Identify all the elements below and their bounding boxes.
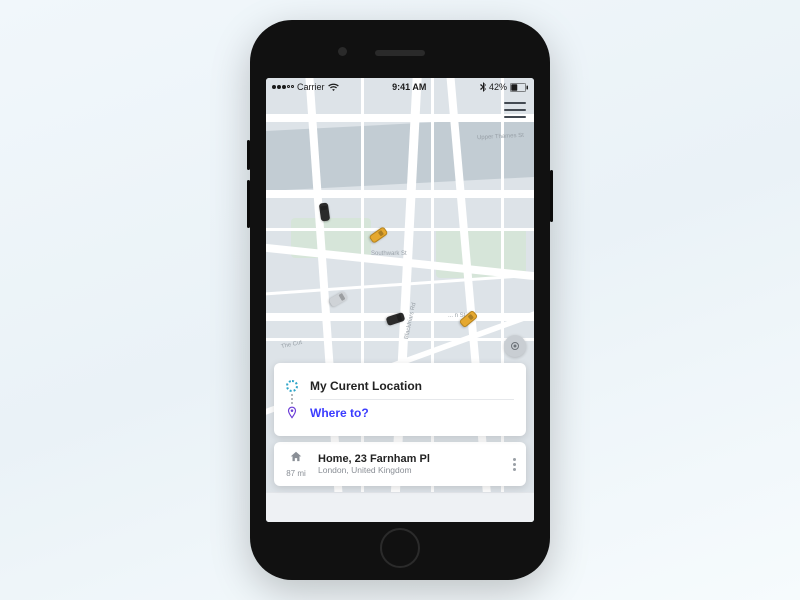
- origin-icon: [286, 380, 298, 392]
- shortcut-title: Home, 23 Farnham Pl: [318, 453, 503, 465]
- app-screen: Carrier 9:41 AM 42%: [266, 78, 534, 522]
- street-label: Southwark St: [371, 251, 407, 257]
- route-dots-icon: [291, 394, 293, 404]
- shortcut-subtitle: London, United Kingdom: [318, 465, 503, 475]
- more-button[interactable]: [513, 458, 516, 471]
- phone-side-button: [247, 180, 250, 228]
- status-bar: Carrier 9:41 AM 42%: [266, 78, 534, 96]
- phone-camera: [338, 47, 347, 56]
- home-icon: [284, 450, 308, 469]
- shortcut-left: 87 mi: [284, 450, 308, 478]
- shortcut-distance: 87 mi: [284, 469, 308, 478]
- phone-side-button: [550, 170, 553, 222]
- destination-placeholder: Where to?: [310, 406, 514, 420]
- destination-pin-icon: [284, 406, 300, 420]
- location-card: My Curent Location Where to?: [274, 363, 526, 436]
- origin-label: My Curent Location: [310, 379, 514, 393]
- clock-label: 9:41 AM: [392, 82, 426, 92]
- phone-speaker: [375, 50, 425, 56]
- origin-row[interactable]: My Curent Location: [284, 373, 514, 399]
- battery-label: 42%: [489, 82, 507, 92]
- destination-row[interactable]: Where to?: [284, 400, 514, 426]
- menu-button[interactable]: [504, 102, 526, 118]
- recenter-button[interactable]: [504, 335, 526, 357]
- signal-dots-icon: [272, 85, 294, 89]
- battery-icon: [510, 83, 528, 92]
- bluetooth-icon: [480, 82, 486, 92]
- shortcut-card[interactable]: 87 mi Home, 23 Farnham Pl London, United…: [274, 442, 526, 486]
- wifi-icon: [328, 83, 339, 91]
- phone-frame: Carrier 9:41 AM 42%: [250, 20, 550, 580]
- phone-side-button: [247, 140, 250, 170]
- phone-home-button[interactable]: [380, 528, 420, 568]
- carrier-label: Carrier: [297, 82, 325, 92]
- bottom-bar: [266, 492, 534, 522]
- bottom-sheet: My Curent Location Where to? 87 mi: [274, 363, 526, 486]
